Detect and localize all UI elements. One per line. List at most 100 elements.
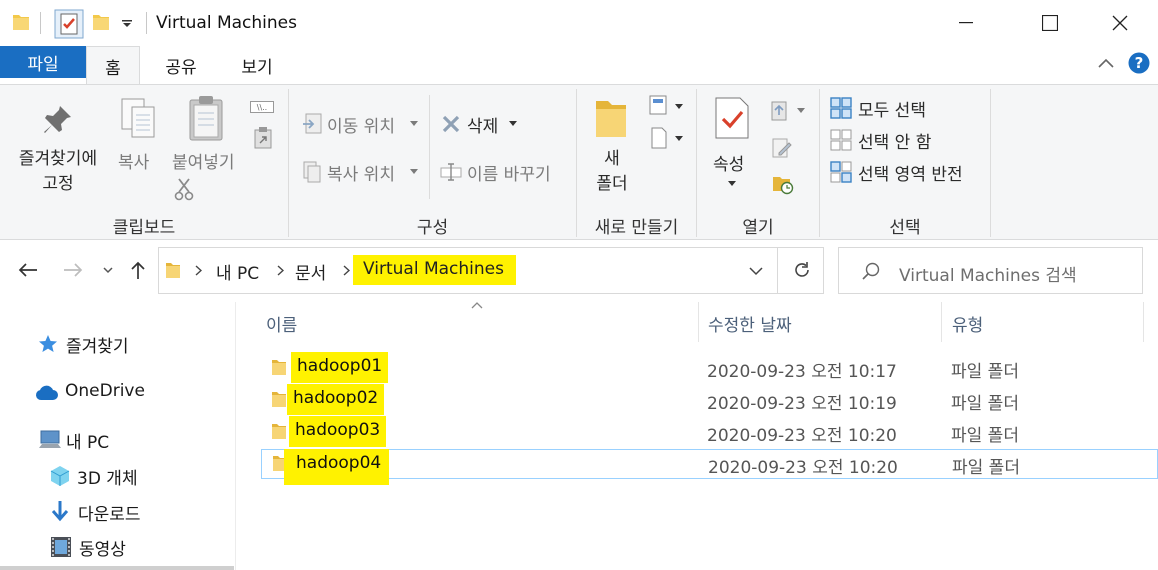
window-title: Virtual Machines	[156, 13, 297, 33]
delete-label: 삭제	[467, 117, 499, 137]
file-type: 파일 폴더	[952, 458, 1020, 478]
chevron-down-icon	[509, 121, 517, 126]
minimize-icon	[959, 22, 973, 24]
star-icon	[39, 335, 57, 352]
column-header-name[interactable]: 이름	[266, 311, 297, 336]
open-group-label: 열기	[742, 218, 774, 238]
search-icon	[862, 262, 880, 280]
breadcrumb-documents[interactable]: 문서	[295, 259, 326, 284]
invert-selection-icon	[830, 161, 852, 183]
breadcrumb-chevron-icon[interactable]	[277, 265, 284, 276]
recent-locations-chevron-icon[interactable]	[103, 267, 113, 274]
file-list: 이름 수정한 날짜 유형 hadoop01 2020-09-23 오전 10:1…	[237, 302, 1158, 570]
file-type: 파일 폴더	[951, 362, 1019, 382]
new-folder-label: 새 폴더	[596, 149, 628, 194]
table-row[interactable]: hadoop03 2020-09-23 오전 10:20 파일 폴더	[261, 416, 1158, 447]
file-date: 2020-09-23 오전 10:19	[707, 394, 897, 414]
maximize-icon	[1042, 15, 1058, 31]
breadcrumb-chevron-icon[interactable]	[343, 265, 350, 276]
film-icon	[51, 537, 71, 557]
file-date: 2020-09-23 오전 10:20	[708, 458, 898, 478]
breadcrumb-this-pc[interactable]: 내 PC	[216, 259, 259, 284]
paste-shortcut-icon[interactable]	[254, 127, 272, 149]
ribbon-tabs: 파일 홈 공유 보기 ?	[0, 46, 1158, 85]
table-row[interactable]: hadoop01 2020-09-23 오전 10:17 파일 폴더	[261, 352, 1158, 383]
select-all-label: 모두 선택	[858, 101, 926, 121]
navigation-pane: 즐겨찾기 OneDrive 내 PC 3D 개체 다운로드 동영상	[0, 302, 236, 570]
search-placeholder: Virtual Machines 검색	[899, 266, 1077, 286]
new-folder-quick-access-icon[interactable]	[92, 12, 110, 32]
new-group-label: 새로 만들기	[594, 218, 679, 238]
select-group-label: 선택	[889, 218, 921, 238]
open-icon[interactable]	[770, 99, 808, 123]
properties-label: 속성	[713, 155, 745, 175]
nav-label: OneDrive	[65, 381, 145, 401]
table-row[interactable]: hadoop02 2020-09-23 오전 10:19 파일 폴더	[261, 384, 1158, 415]
nav-label: 동영상	[79, 540, 126, 560]
clipboard-group-label: 클립보드	[112, 218, 176, 238]
nav-label: 3D 개체	[77, 469, 138, 489]
file-name: hadoop03	[289, 416, 387, 447]
back-arrow-icon[interactable]	[18, 262, 38, 278]
select-none-label: 선택 안 함	[858, 133, 932, 153]
address-bar[interactable]: 내 PC 문서 Virtual Machines	[158, 247, 824, 294]
collapse-ribbon-icon[interactable]	[1098, 58, 1114, 68]
address-history-chevron-icon[interactable]	[749, 267, 763, 276]
navigation-bar: 내 PC 문서 Virtual Machines Virtual Machine…	[0, 240, 1158, 302]
copy-path-icon[interactable]: \\..	[250, 101, 274, 113]
organize-group-label: 구성	[416, 218, 449, 238]
select-all-icon	[830, 97, 852, 119]
navigation-pane-scrollbar[interactable]	[0, 566, 234, 570]
new-item-icon[interactable]	[648, 95, 684, 117]
file-name: hadoop02	[287, 384, 385, 415]
tab-share[interactable]: 공유	[150, 46, 212, 84]
column-header-date-modified[interactable]: 수정한 날짜	[708, 311, 792, 336]
up-arrow-icon[interactable]	[130, 261, 146, 280]
file-date: 2020-09-23 오전 10:20	[707, 426, 897, 446]
download-arrow-icon	[51, 501, 69, 522]
refresh-icon[interactable]	[793, 261, 811, 279]
folder-icon	[272, 360, 286, 375]
tab-file[interactable]: 파일	[0, 46, 86, 78]
cloud-icon	[35, 385, 58, 400]
nav-label: 다운로드	[78, 505, 141, 525]
title-bar: Virtual Machines	[0, 0, 1158, 46]
quick-access-dropdown-icon[interactable]	[122, 20, 132, 28]
computer-icon	[39, 430, 61, 448]
cube-icon	[50, 466, 70, 486]
rename-label: 이름 바꾸기	[467, 165, 551, 185]
maximize-button[interactable]	[1022, 0, 1078, 46]
pin-label: 즐겨찾기에 고정	[18, 149, 98, 194]
file-type: 파일 폴더	[951, 426, 1019, 446]
forward-arrow-icon[interactable]	[63, 262, 83, 278]
sort-ascending-icon	[471, 298, 483, 312]
close-button[interactable]	[1092, 0, 1148, 46]
nav-label: 내 PC	[66, 433, 110, 453]
file-name: hadoop01	[291, 352, 389, 383]
nav-label: 즐겨찾기	[66, 337, 129, 357]
easy-access-icon[interactable]	[648, 127, 684, 149]
file-type: 파일 폴더	[951, 394, 1019, 414]
close-icon	[1112, 15, 1128, 31]
copy-icon	[121, 98, 155, 138]
search-box[interactable]: Virtual Machines 검색	[838, 247, 1143, 294]
history-icon[interactable]	[772, 173, 794, 195]
breadcrumb-virtual-machines[interactable]: Virtual Machines	[353, 255, 516, 285]
column-header-type[interactable]: 유형	[952, 311, 983, 336]
tab-view[interactable]: 보기	[226, 46, 288, 84]
select-none-icon	[830, 129, 852, 151]
rename-icon	[440, 163, 462, 181]
tab-home[interactable]: 홈	[86, 46, 140, 85]
edit-icon[interactable]	[772, 137, 792, 159]
breadcrumb-chevron-icon[interactable]	[195, 265, 202, 276]
invert-selection-label: 선택 영역 반전	[858, 165, 963, 185]
folder-icon	[13, 15, 29, 30]
table-row-selected[interactable]: hadoop04 2020-09-23 오전 10:20 파일 폴더	[261, 449, 1158, 485]
copy-to-icon	[303, 161, 321, 183]
help-icon[interactable]: ?	[1128, 52, 1150, 74]
minimize-button[interactable]	[938, 0, 994, 46]
folder-icon	[272, 392, 286, 407]
properties-quick-access-icon[interactable]	[54, 9, 84, 39]
copy-to-label: 복사 위치	[327, 165, 395, 185]
cut-icon[interactable]	[174, 177, 194, 201]
